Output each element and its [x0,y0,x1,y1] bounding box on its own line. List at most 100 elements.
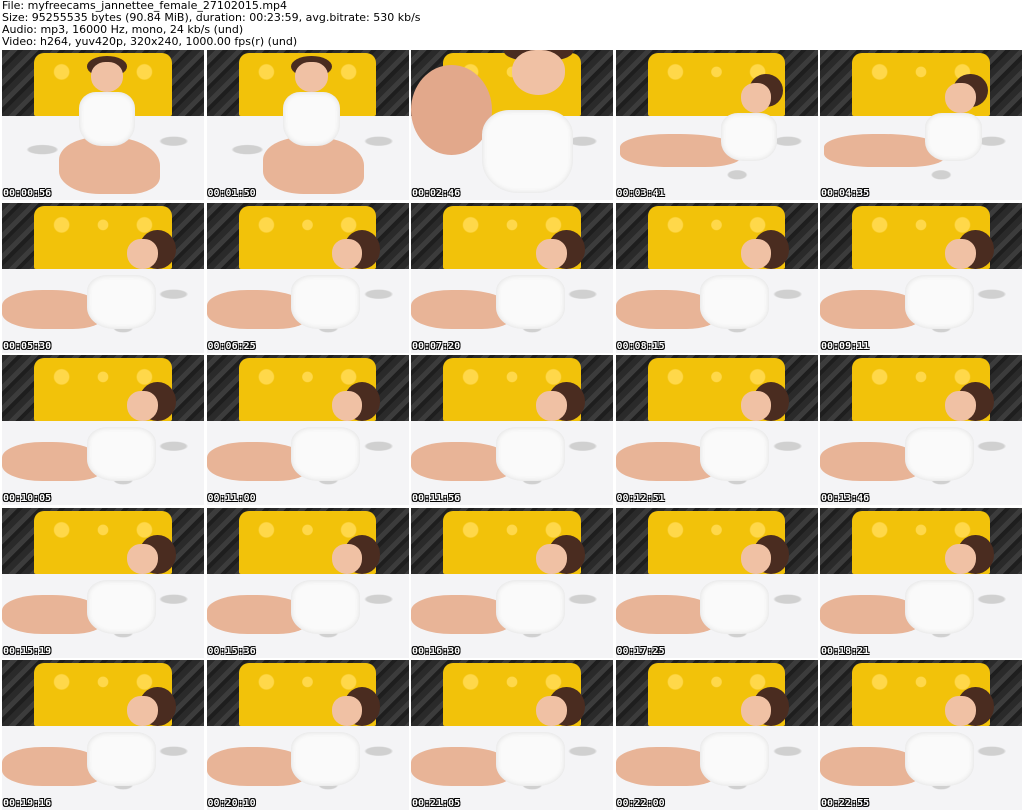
timestamp-label: 00:11:56 [412,493,461,504]
video-thumbnail: 00:13:46 [820,355,1022,505]
video-thumbnail: 00:16:30 [411,507,613,658]
white-top [481,110,573,193]
person-face [945,238,976,269]
video-thumbnail: 00:11:56 [411,355,613,505]
video-thumbnail: 00:17:25 [615,507,818,658]
file-info-header: File: myfreecams_jannettee_female_271020… [2,0,1022,50]
white-top [495,427,565,481]
person-face [127,238,158,269]
person-face [536,391,567,421]
white-top [495,579,565,634]
person-face [740,696,772,726]
person-face [945,696,976,726]
video-thumbnail: 00:11:00 [206,355,409,505]
timestamp-label: 00:07:20 [412,340,461,352]
video-thumbnail: 00:12:51 [615,355,818,505]
video-thumbnail: 00:19:16 [2,660,204,810]
timestamp-label: 00:22:00 [616,798,665,809]
white-top [925,113,982,161]
video-thumbnail: 00:15:19 [2,507,204,658]
person-face [740,543,772,574]
white-top [700,579,769,634]
video-thumbnail: 00:10:05 [2,355,204,505]
timestamp-label: 00:18:21 [821,645,870,657]
video-thumbnail: 00:21:05 [411,660,613,810]
person-face [127,391,158,421]
person-face [740,391,772,421]
white-top [904,579,974,634]
person-face [127,543,158,574]
video-thumbnail: 00:02:46 [411,50,613,200]
white-top [86,427,156,481]
person-face [90,62,124,92]
video-thumbnail: 00:08:15 [615,202,818,353]
white-top [700,274,769,329]
white-top [86,274,156,329]
video-thumbnail: 00:05:30 [2,202,204,353]
person-face [331,391,363,421]
person-face [331,696,363,726]
person-face [127,696,158,726]
timestamp-label: 00:06:25 [207,340,256,352]
timestamp-label: 00:11:00 [207,493,256,504]
person-body [411,65,492,155]
video-thumbnail: 00:00:56 [2,50,204,200]
person-face [740,238,772,269]
timestamp-label: 00:16:30 [412,645,461,657]
person-face [512,50,565,95]
white-top [700,427,769,481]
video-thumbnail: 00:07:20 [411,202,613,353]
timestamp-label: 00:08:15 [616,340,665,352]
person-face [295,62,328,92]
white-top [904,427,974,481]
video-thumbnail: 00:06:25 [206,202,409,353]
white-top [291,579,360,634]
person-face [536,238,567,269]
person-face [331,238,363,269]
white-top [904,274,974,329]
timestamp-label: 00:01:50 [207,188,256,199]
white-top [495,732,565,786]
timestamp-label: 00:03:41 [616,188,665,199]
person-face [536,696,567,726]
white-top [283,92,340,146]
white-top [86,579,156,634]
white-top [700,732,769,786]
person-face [331,543,363,574]
timestamp-label: 00:00:56 [3,188,52,199]
timestamp-label: 00:20:10 [207,798,256,809]
timestamp-label: 00:19:16 [3,798,52,809]
timestamp-label: 00:15:19 [3,645,52,657]
timestamp-label: 00:10:05 [3,493,52,504]
person-face [536,543,567,574]
video-thumbnail: 00:18:21 [820,507,1022,658]
white-top [86,732,156,786]
video-thumbnail: 00:09:11 [820,202,1022,353]
white-top [720,113,778,161]
white-top [904,732,974,786]
timestamp-label: 00:21:05 [412,798,461,809]
white-top [78,92,136,146]
video-thumbnail: 00:15:36 [206,507,409,658]
video-thumbnail: 00:22:00 [615,660,818,810]
video-thumbnail: 00:04:35 [820,50,1022,200]
white-top [291,274,360,329]
timestamp-label: 00:05:30 [3,340,52,352]
video-thumbnail: 00:01:50 [206,50,409,200]
timestamp-label: 00:09:11 [821,340,870,352]
thumbnail-grid: 00:00:56 00:01:50 00:02:46 00:03:41 00:04:35… [2,50,1022,810]
person-face [945,83,976,113]
white-top [291,732,360,786]
timestamp-label: 00:17:25 [616,645,665,657]
white-top [291,427,360,481]
video-thumbnail: 00:20:10 [206,660,409,810]
person-face [945,543,976,574]
timestamp-label: 00:02:46 [412,188,461,199]
timestamp-label: 00:12:51 [616,493,665,504]
timestamp-label: 00:15:36 [207,645,256,657]
video-thumbnail: 00:22:55 [820,660,1022,810]
person-face [740,83,772,113]
timestamp-label: 00:04:35 [821,188,870,199]
video-info-line: Video: h264, yuv420p, 320x240, 1000.00 f… [2,35,298,48]
timestamp-label: 00:13:46 [821,493,870,504]
